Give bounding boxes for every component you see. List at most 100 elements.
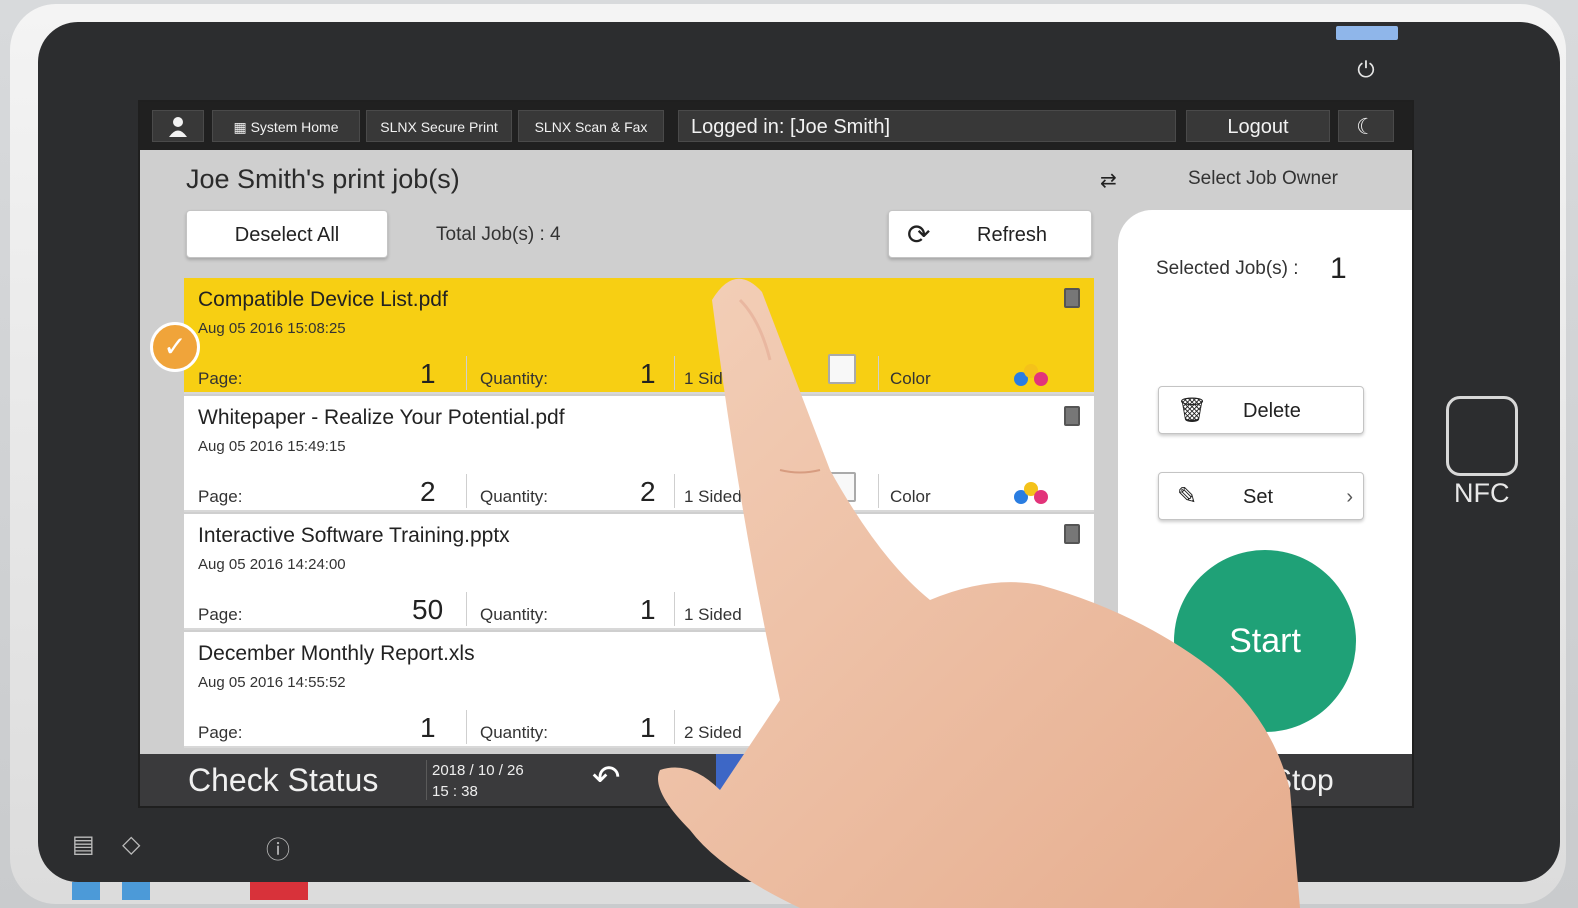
page-count: 1 xyxy=(420,712,436,743)
home-icon[interactable]: ⌂ xyxy=(716,754,808,806)
user-icon[interactable] xyxy=(152,110,204,142)
job-storage-icon xyxy=(1064,406,1080,426)
delete-button[interactable]: 🗑 Delete xyxy=(1158,386,1364,434)
quantity-value: 1 xyxy=(640,712,656,743)
divider xyxy=(426,760,427,800)
divider xyxy=(674,710,675,744)
chevron-right-icon: › xyxy=(1346,486,1353,508)
color-value: Color xyxy=(890,487,931,506)
red-led xyxy=(250,882,308,900)
quantity-value: 1 xyxy=(640,358,656,389)
divider xyxy=(466,592,467,626)
nfc-label: NFC xyxy=(1454,478,1510,508)
page-count: 2 xyxy=(420,476,436,507)
job-row[interactable]: December Monthly Report.xls Aug 05 2016 … xyxy=(184,632,1094,748)
job-details: Page: 1 Quantity: 1 1 Sided Color xyxy=(184,354,1094,392)
page-title: Joe Smith's print job(s) xyxy=(186,164,460,194)
job-date: Aug 05 2016 15:49:15 xyxy=(198,438,346,455)
stop-button[interactable]: Stop xyxy=(1272,764,1334,798)
quantity-label: Quantity: xyxy=(480,605,549,624)
job-storage-icon xyxy=(1064,524,1080,544)
divider xyxy=(878,474,879,508)
divider xyxy=(878,356,879,390)
edit-icon: ✎ xyxy=(1177,483,1198,510)
back-icon[interactable]: ↶ xyxy=(592,758,621,798)
quantity-label: Quantity: xyxy=(480,487,549,506)
job-details: Page: 50 Quantity: 1 1 Sided Color xyxy=(184,590,1094,628)
secure-print-button[interactable]: SLNX Secure Print xyxy=(366,110,512,142)
job-action-panel: Selected Job(s) : 1 🗑 Delete ✎ Set › Sta… xyxy=(1118,210,1412,758)
total-jobs: Total Job(s) : 4 xyxy=(436,224,561,245)
job-row[interactable]: Compatible Device List.pdf Aug 05 2016 1… xyxy=(184,278,1094,394)
quantity-label: Quantity: xyxy=(480,369,549,388)
blue-led xyxy=(72,882,100,900)
select-job-owner-button[interactable]: Select Job Owner xyxy=(1188,168,1338,190)
color-value: Color xyxy=(890,369,931,388)
divider xyxy=(466,474,467,508)
job-row[interactable]: Interactive Software Training.pptx Aug 0… xyxy=(184,514,1094,630)
quantity-value: 1 xyxy=(640,594,656,625)
deselect-all-button[interactable]: Deselect All xyxy=(186,210,388,258)
system-home-button[interactable]: ▦ System Home xyxy=(212,110,360,142)
copy-icon xyxy=(828,472,856,502)
divider xyxy=(878,592,879,626)
page-count: 50 xyxy=(412,594,444,625)
selected-jobs-label: Selected Job(s) : xyxy=(1156,258,1299,279)
job-storage-icon xyxy=(1064,288,1080,308)
nfc-icon xyxy=(1446,396,1518,476)
check-status-button[interactable]: Check Status xyxy=(188,762,378,799)
job-row[interactable]: Whitepaper - Realize Your Potential.pdf … xyxy=(184,396,1094,512)
job-details: Page: 2 Quantity: 2 1 Sided Color xyxy=(184,472,1094,510)
copy-icon xyxy=(828,354,856,384)
sided-value: 1 Sided xyxy=(684,487,742,506)
page-label: Page: xyxy=(198,723,243,742)
page-label: Page: xyxy=(198,487,243,506)
color-dots-icon xyxy=(1014,482,1050,506)
quantity-label: Quantity: xyxy=(480,723,549,742)
touch-screen: ▦ System Home SLNX Secure Print SLNX Sca… xyxy=(138,100,1414,808)
divider xyxy=(674,592,675,626)
set-button[interactable]: ✎ Set › xyxy=(1158,472,1364,520)
selected-jobs-count: 1 xyxy=(1330,252,1347,285)
selected-check-icon[interactable]: ✓ xyxy=(150,322,200,372)
divider xyxy=(674,356,675,390)
status-led xyxy=(1336,26,1398,40)
job-date: Aug 05 2016 15:08:25 xyxy=(198,320,346,337)
quantity-value: 2 xyxy=(640,476,656,507)
info-icon[interactable]: ⓘ xyxy=(266,830,290,865)
sided-value: 2 Sided xyxy=(684,723,742,742)
divider xyxy=(466,710,467,744)
refresh-button[interactable]: ⟳ Refresh xyxy=(888,210,1092,258)
top-bar: ▦ System Home SLNX Secure Print SLNX Sca… xyxy=(140,102,1412,150)
power-icon[interactable]: ⏻ xyxy=(1352,56,1380,84)
divider xyxy=(674,474,675,508)
energy-saver-icon[interactable]: ◇ xyxy=(122,830,140,859)
grid-icon: ▦ xyxy=(233,119,251,135)
color-value: Color xyxy=(890,605,931,624)
job-details: Page: 1 Quantity: 1 2 Sided xyxy=(184,708,1094,746)
blue-led xyxy=(122,882,150,900)
refresh-icon: ⟳ xyxy=(907,219,931,250)
job-name: Whitepaper - Realize Your Potential.pdf xyxy=(198,406,565,429)
page-label: Page: xyxy=(198,605,243,624)
scan-fax-button[interactable]: SLNX Scan & Fax xyxy=(518,110,664,142)
divider xyxy=(466,356,467,390)
logout-button[interactable]: Logout xyxy=(1186,110,1330,142)
date-time: 2018 / 10 / 26 15 : 38 xyxy=(432,762,524,800)
job-date: Aug 05 2016 14:24:00 xyxy=(198,556,346,573)
page-label: Page: xyxy=(198,369,243,388)
swap-users-icon[interactable]: ⇄ xyxy=(1100,168,1117,193)
job-name: December Monthly Report.xls xyxy=(198,642,475,665)
login-status: Logged in: [Joe Smith] xyxy=(678,110,1176,142)
page-count: 1 xyxy=(420,358,436,389)
color-dots-icon xyxy=(1014,364,1050,388)
start-button[interactable]: Start xyxy=(1174,550,1356,732)
job-date: Aug 05 2016 14:55:52 xyxy=(198,674,346,691)
job-list: Compatible Device List.pdf Aug 05 2016 1… xyxy=(184,278,1094,754)
job-name: Compatible Device List.pdf xyxy=(198,288,448,311)
counter-icon[interactable]: ▤ xyxy=(72,830,95,859)
bottom-bar: Check Status 2018 / 10 / 26 15 : 38 ↶ ⌂ … xyxy=(140,754,1412,806)
moon-icon[interactable]: ☾ xyxy=(1338,110,1394,142)
sided-value: 1 Sided xyxy=(684,605,742,624)
trash-icon: 🗑 xyxy=(1177,397,1208,424)
